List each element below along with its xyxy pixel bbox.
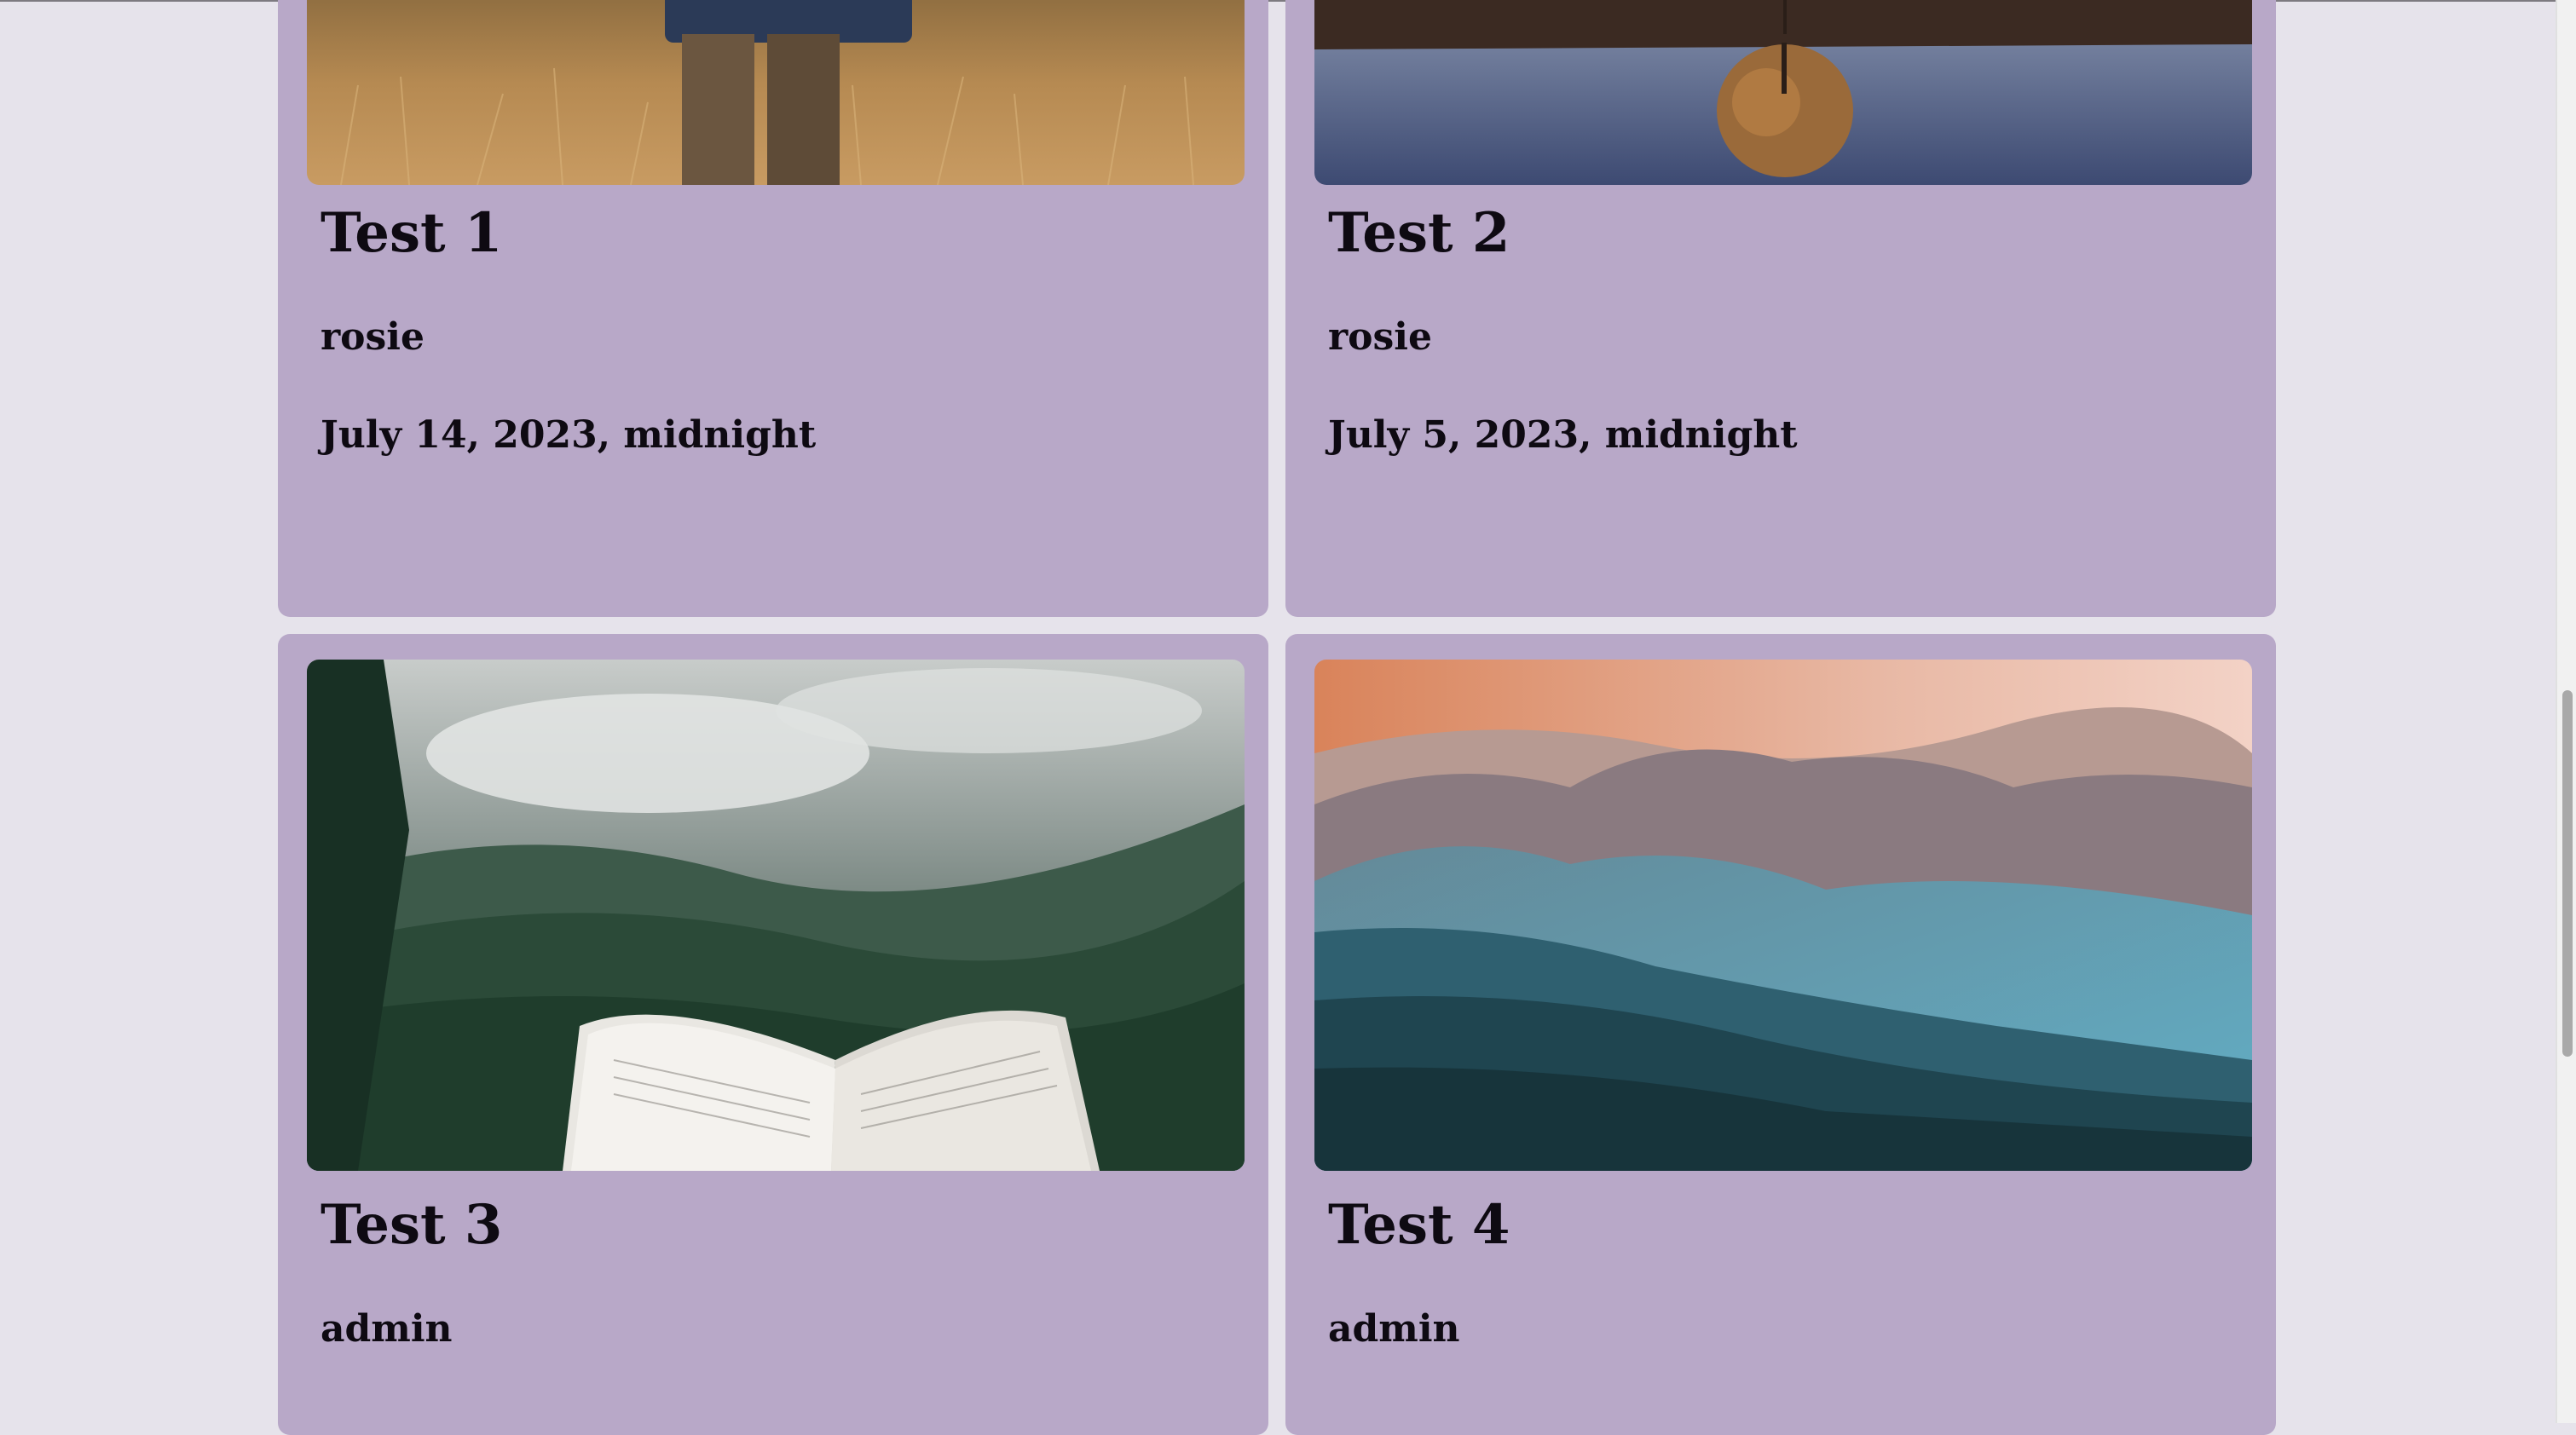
post-card-test-4[interactable]: Test 4 admin — [1285, 634, 2276, 1435]
post-image-book-forest[interactable] — [307, 660, 1245, 1171]
post-author: admin — [321, 1307, 453, 1351]
post-title[interactable]: Test 1 — [321, 201, 502, 265]
post-card-test-3[interactable]: Test 3 admin — [278, 634, 1268, 1435]
post-title[interactable]: Test 4 — [1328, 1193, 1510, 1257]
post-image-wheat-field[interactable] — [307, 0, 1245, 185]
post-author: admin — [1328, 1307, 1460, 1351]
post-title[interactable]: Test 3 — [321, 1193, 502, 1257]
post-image-misty-mountains[interactable] — [1314, 660, 2252, 1171]
post-date: July 14, 2023, midnight — [321, 413, 817, 457]
post-image-lake-reflection[interactable] — [1314, 0, 2252, 185]
post-title[interactable]: Test 2 — [1328, 201, 1510, 265]
post-card-test-2[interactable]: Test 2 rosie July 5, 2023, midnight — [1285, 0, 2276, 617]
post-author: rosie — [321, 315, 425, 359]
scrollbar-thumb[interactable] — [2562, 690, 2573, 1057]
post-card-test-1[interactable]: Test 1 rosie July 14, 2023, midnight — [278, 0, 1268, 617]
post-date: July 5, 2023, midnight — [1328, 413, 1798, 457]
vertical-scrollbar[interactable] — [2556, 0, 2576, 1423]
post-author: rosie — [1328, 315, 1433, 359]
